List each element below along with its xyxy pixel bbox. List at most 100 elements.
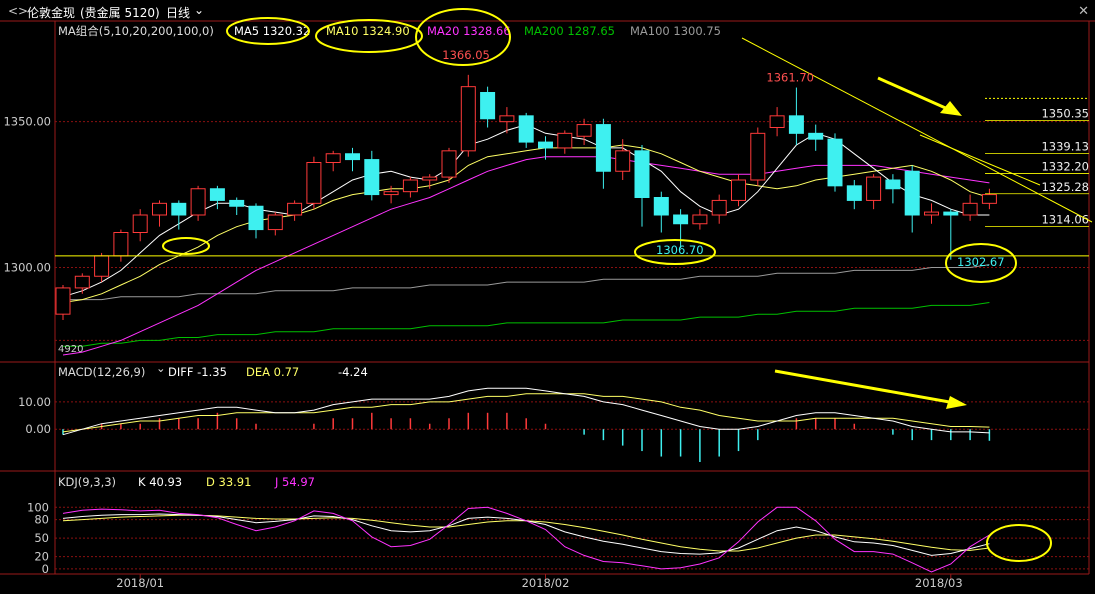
candle-body <box>692 214 708 225</box>
candle-body <box>943 211 959 216</box>
candle-body <box>653 197 669 216</box>
candle-body <box>402 179 418 193</box>
candle-body <box>981 194 997 204</box>
ma10-line <box>62 144 990 303</box>
ma200-line <box>63 302 990 347</box>
corner-label: 4920 <box>58 344 83 355</box>
candle-body <box>769 115 785 129</box>
candle-body <box>152 202 167 216</box>
candle-body <box>634 150 650 198</box>
kdj-legend-item: K 40.93 <box>138 475 182 489</box>
kdj-title: KDJ(9,3,3) <box>58 475 116 489</box>
candle-body <box>287 202 303 216</box>
candle-body <box>209 188 225 201</box>
peak-price-label: 1361.70 <box>766 71 814 85</box>
y-tick-label: 10.00 <box>18 395 51 409</box>
y-tick-label: 50 <box>34 531 49 545</box>
candle-body <box>885 179 901 190</box>
target-level-label: 1314.06 <box>1041 212 1089 226</box>
target-level-label: 1339.13 <box>1041 139 1089 153</box>
macd-legend-item: -4.24 <box>338 365 368 379</box>
target-level-label: 1332.20 <box>1041 160 1089 174</box>
candle-body <box>846 185 862 201</box>
candle-body <box>460 86 476 152</box>
highlight-ellipse <box>986 524 1052 562</box>
candle-body <box>190 188 206 216</box>
kdj-legend-item: D 33.91 <box>206 475 251 489</box>
y-tick-label: 0.00 <box>25 422 51 436</box>
y-tick-label: 1300.00 <box>3 261 51 275</box>
x-tick-label: 2018/03 <box>915 576 963 590</box>
candle-body <box>866 176 882 201</box>
ma-legend-item: MA10 1324.90 <box>326 24 410 38</box>
market-label: (贵金属 5120) <box>80 6 160 20</box>
low-price-label-2: 1302.67 <box>957 255 1005 269</box>
candle-body <box>962 202 978 216</box>
macd-legend-item: DIFF -1.35 <box>168 365 227 379</box>
candle-body <box>750 132 766 181</box>
candle-body <box>924 211 939 216</box>
x-tick-label: 2018/02 <box>522 576 570 590</box>
x-tick-label: 2018/01 <box>116 576 164 590</box>
ma-legend-item: MA100 1300.75 <box>630 24 721 38</box>
instrument-name: 伦敦金现 <box>27 6 76 20</box>
candle-body <box>325 153 341 163</box>
candle-body <box>74 275 90 289</box>
candle-body <box>383 191 399 196</box>
ma-legend-item: MA200 1287.65 <box>524 24 615 38</box>
candle-body <box>673 214 689 225</box>
y-tick-label: 80 <box>34 513 49 527</box>
y-tick-label: 1350.00 <box>3 115 51 129</box>
candle-body <box>731 179 746 201</box>
ma100-line <box>63 264 990 301</box>
candle-body <box>94 255 110 277</box>
candle-body <box>441 150 457 178</box>
period-selector[interactable]: 日线 <box>166 4 190 21</box>
candle-body <box>808 132 824 140</box>
candle-body <box>711 199 727 216</box>
ma-legend-item: MA组合(5,10,20,200,100,0) <box>58 24 214 38</box>
candle-body <box>113 232 129 257</box>
trend-arrow <box>774 369 956 405</box>
candle-body <box>248 205 264 231</box>
trend-arrow <box>877 76 951 112</box>
candle-body <box>518 115 534 143</box>
high-price-label: 1366.05 <box>442 48 490 62</box>
kdj-legend-item: J 54.97 <box>274 475 315 489</box>
target-level-label: 1325.28 <box>1041 180 1089 194</box>
candle-body <box>557 132 573 149</box>
candle-body <box>904 170 920 216</box>
candle-body <box>788 115 804 134</box>
chevron-down-icon: ⌄ <box>156 361 166 375</box>
chart-canvas[interactable]: 1350.00 1300.00 1350.35 1339.13 1332.20 1325.… <box>0 0 1095 594</box>
candle-body <box>499 115 515 123</box>
close-icon[interactable]: ✕ <box>1078 4 1089 19</box>
highlight-ellipse <box>162 237 210 255</box>
candle-body <box>595 124 611 172</box>
trend-line-2 <box>919 134 1041 186</box>
candle-body <box>55 287 71 315</box>
macd-title: MACD(12,26,9) <box>58 365 145 379</box>
candle-body <box>538 141 553 149</box>
candle-body <box>306 162 322 204</box>
candle-body <box>576 124 592 137</box>
candle-body <box>267 214 283 231</box>
candle-body <box>345 153 360 161</box>
low-price-label-1: 1306.70 <box>656 243 704 257</box>
double-arrow-icon[interactable]: <> <box>8 4 28 18</box>
target-level-label: 1350.35 <box>1041 107 1089 121</box>
macd-legend-item: DEA 0.77 <box>246 365 299 379</box>
candle-body <box>132 214 148 233</box>
candle-body <box>422 176 438 181</box>
candle-body <box>364 159 380 196</box>
y-tick-label: 0 <box>42 562 49 576</box>
candle-body <box>615 150 631 172</box>
ma-legend-item: MA5 1320.32 <box>234 24 310 38</box>
kdj-j-line <box>62 506 990 573</box>
trend-arrow-head <box>946 396 967 409</box>
chevron-down-icon[interactable]: ⌄ <box>194 3 204 17</box>
ma-legend-item: MA20 1328.66 <box>427 24 511 38</box>
candle-body <box>480 92 496 120</box>
candle-body <box>229 199 245 207</box>
candle-body <box>171 202 187 216</box>
